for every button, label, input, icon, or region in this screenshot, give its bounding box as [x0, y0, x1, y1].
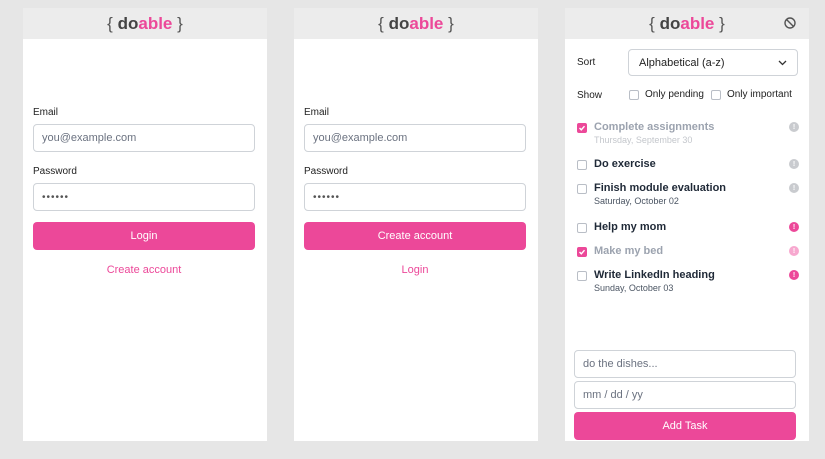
task-checkbox[interactable]: [577, 271, 587, 281]
create-account-link[interactable]: Create account: [33, 264, 255, 276]
important-toggle-icon[interactable]: !: [789, 270, 799, 280]
check-icon: [579, 249, 586, 255]
create-account-button[interactable]: Create account: [304, 222, 526, 250]
app-header: { doable }: [294, 8, 538, 39]
task-date: Sunday, October 03: [594, 283, 674, 293]
sort-label: Sort: [577, 57, 596, 68]
task-checkbox[interactable]: [577, 247, 587, 257]
brand-logo: { doable }: [107, 13, 183, 33]
task-date: Thursday, September 30: [594, 135, 693, 145]
email-field[interactable]: you@example.com: [33, 124, 255, 152]
app-header: { doable }: [23, 8, 267, 39]
sort-select[interactable]: Alphabetical (a-z): [628, 49, 798, 76]
only-pending-label: Only pending: [645, 89, 704, 100]
only-pending-checkbox[interactable]: [629, 89, 639, 100]
only-important-label: Only important: [726, 89, 792, 100]
brand-logo: { doable }: [649, 13, 725, 33]
important-toggle-icon[interactable]: !: [789, 159, 799, 169]
important-toggle-icon[interactable]: !: [789, 122, 799, 132]
task-date-input[interactable]: mm / dd / yy: [574, 381, 796, 409]
email-label: Email: [33, 107, 59, 118]
logout-icon[interactable]: [783, 16, 797, 30]
only-important-checkbox[interactable]: [710, 89, 721, 100]
important-toggle-icon[interactable]: !: [789, 246, 799, 256]
login-button[interactable]: Login: [33, 222, 255, 250]
brand-logo: { doable }: [378, 13, 454, 33]
password-label: Password: [304, 166, 348, 177]
task-checkbox[interactable]: [577, 123, 587, 133]
add-task-button[interactable]: Add Task: [574, 412, 796, 440]
task-title: Help my mom: [594, 221, 667, 233]
login-panel: { doable } Email you@example.com Passwor…: [23, 8, 267, 441]
task-title: Finish module evaluation: [594, 182, 727, 194]
task-title: Complete assignments: [594, 121, 715, 133]
app-header: { doable }: [565, 8, 809, 39]
new-task-input[interactable]: do the dishes...: [574, 350, 796, 378]
password-label: Password: [33, 166, 77, 177]
tasks-panel: { doable } Sort Alphabetical (a-z) Show …: [565, 8, 809, 441]
task-title: Make my bed: [594, 245, 664, 257]
task-date: Saturday, October 02: [594, 196, 679, 206]
password-field[interactable]: ••••••: [33, 183, 255, 211]
password-field[interactable]: ••••••: [304, 183, 526, 211]
task-checkbox[interactable]: [577, 184, 587, 194]
show-label: Show: [577, 90, 603, 101]
task-item[interactable]: Finish module evaluation Saturday, Octobe…: [577, 182, 799, 212]
email-field[interactable]: you@example.com: [304, 124, 526, 152]
chevron-down-icon: [778, 60, 787, 65]
important-toggle-icon[interactable]: !: [789, 222, 799, 232]
task-checkbox[interactable]: [577, 160, 587, 170]
email-label: Email: [304, 107, 330, 118]
signup-panel: { doable } Email you@example.com Passwor…: [294, 8, 538, 441]
task-title: Do exercise: [594, 158, 656, 170]
check-icon: [579, 125, 586, 131]
task-item[interactable]: Write LinkedIn heading Sunday, October 03…: [577, 269, 799, 299]
task-title: Write LinkedIn heading: [594, 269, 715, 281]
task-checkbox[interactable]: [577, 223, 587, 233]
login-link[interactable]: Login: [304, 264, 526, 276]
important-toggle-icon[interactable]: !: [789, 183, 799, 193]
task-item[interactable]: Complete assignments Thursday, September …: [577, 121, 799, 151]
